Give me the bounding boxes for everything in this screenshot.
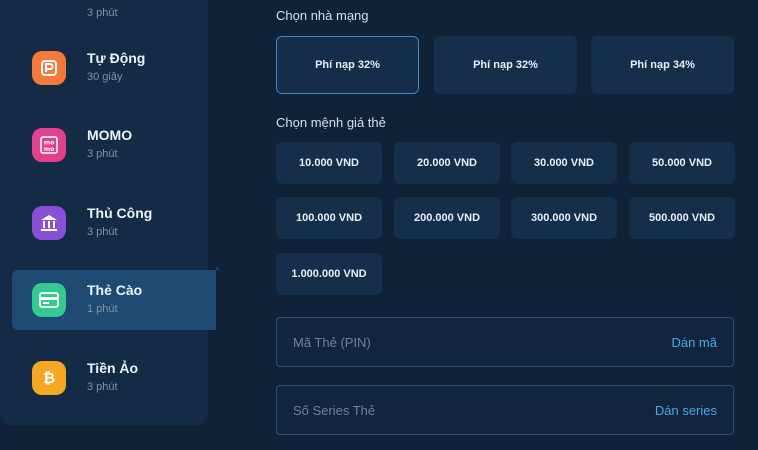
payment-method-manual[interactable]: Thủ Công 3 phút — [12, 193, 216, 253]
serial-input[interactable] — [293, 402, 593, 418]
method-name: Tự Động — [87, 50, 146, 66]
scratch-card-icon — [32, 283, 66, 317]
method-time: 3 phút — [87, 226, 118, 238]
carrier-section-label: Chọn nhà mạng — [276, 8, 369, 23]
svg-text:₿: ₿ — [43, 369, 55, 387]
bitcoin-icon: ₿ — [32, 361, 66, 395]
amount-option-200000[interactable]: 200.000 VND — [394, 197, 500, 239]
amount-section-label: Chọn mệnh giá thẻ — [276, 115, 386, 130]
method-time: 30 giây — [87, 71, 123, 83]
payment-method-crypto[interactable]: ₿ Tiền Ảo 3 phút — [12, 348, 216, 408]
amount-option-10000[interactable]: 10.000 VND — [276, 142, 382, 184]
amount-option-100000[interactable]: 100.000 VND — [276, 197, 382, 239]
method-name: MOMO — [87, 127, 133, 143]
amount-option-50000[interactable]: 50.000 VND — [629, 142, 735, 184]
amount-option-300000[interactable]: 300.000 VND — [511, 197, 617, 239]
method-time: 3 phút — [87, 7, 118, 19]
amount-option-20000[interactable]: 20.000 VND — [394, 142, 500, 184]
momo-icon: mo mo — [32, 128, 66, 162]
svg-text:mo: mo — [44, 146, 54, 153]
payment-method-card[interactable]: 3 phút — [12, 0, 216, 30]
pin-input[interactable] — [293, 334, 593, 350]
carrier-option-3[interactable]: Phí nạp 34% — [591, 36, 734, 94]
amount-option-30000[interactable]: 30.000 VND — [511, 142, 617, 184]
payment-method-scratch-card[interactable]: Thẻ Cào 1 phút — [12, 266, 220, 330]
method-time: 3 phút — [87, 148, 118, 160]
pin-field: Dán mã — [276, 317, 734, 367]
paste-pin-button[interactable]: Dán mã — [671, 335, 717, 350]
method-name: Thủ Công — [87, 205, 153, 221]
carrier-option-2[interactable]: Phí nạp 32% — [434, 36, 577, 94]
serial-field: Dán series — [276, 385, 734, 435]
method-name: Tiền Ảo — [87, 360, 139, 376]
method-time: 1 phút — [87, 303, 118, 315]
paste-serial-button[interactable]: Dán series — [655, 403, 717, 418]
amount-option-1000000[interactable]: 1.000.000 VND — [276, 253, 382, 295]
bank-icon — [32, 206, 66, 240]
payment-method-auto[interactable]: Tự Động 30 giây — [12, 38, 216, 98]
carrier-option-1[interactable]: Phí nạp 32% — [276, 36, 419, 94]
method-time: 3 phút — [87, 381, 118, 393]
payment-method-momo[interactable]: mo mo MOMO 3 phút — [12, 115, 216, 175]
method-name: Thẻ Cào — [87, 282, 143, 298]
amount-option-500000[interactable]: 500.000 VND — [629, 197, 735, 239]
auto-payment-icon — [32, 51, 66, 85]
